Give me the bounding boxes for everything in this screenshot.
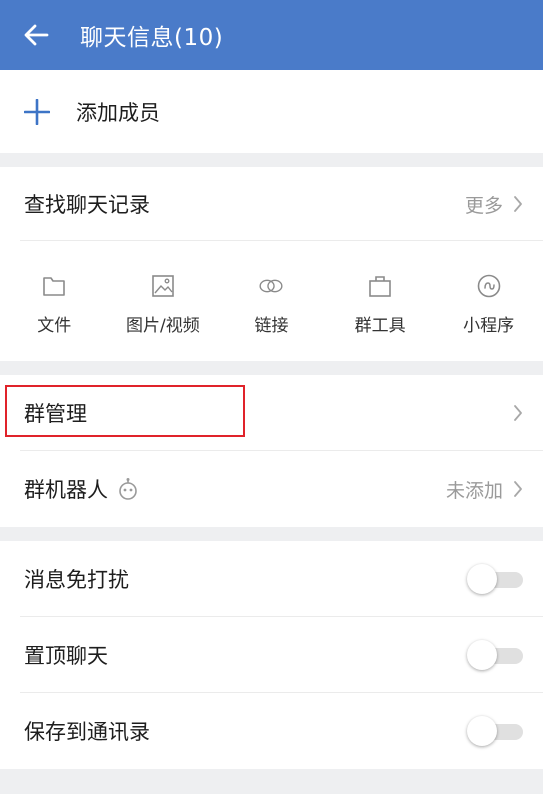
pin-chat-row: 置顶聊天 [0,617,543,693]
header-bar: 聊天信息(10) [0,0,543,70]
tool-label: 链接 [254,315,289,336]
tool-group-tools[interactable]: 群工具 [326,247,435,361]
chevron-right-icon [513,405,523,421]
setting-label: 保存到通讯录 [24,720,150,744]
tool-files[interactable]: 文件 [0,247,109,361]
plus-icon [24,98,50,125]
save-contacts-row: 保存到通讯录 [0,693,543,769]
tool-images-videos[interactable]: 图片/视频 [109,247,218,361]
add-member-label: 添加成员 [76,100,160,125]
chat-history-section: 查找聊天记录 更多 文件 图片/视频 链接 群工具 小程序 [0,167,543,361]
tool-label: 小程序 [463,315,515,336]
mute-notifications-row: 消息免打扰 [0,541,543,617]
image-icon [152,274,174,297]
search-history-label: 查找聊天记录 [24,193,150,217]
robot-icon [119,478,137,500]
group-robot-row[interactable]: 群机器人 未添加 [0,451,543,527]
link-icon [259,279,284,292]
robot-status: 未添加 [445,479,503,502]
more-link[interactable]: 更多 [465,191,503,218]
page-title: 聊天信息(10) [80,25,224,51]
setting-label: 消息免打扰 [24,568,129,592]
tool-label: 文件 [37,315,72,336]
group-manage-row[interactable]: 群管理 [0,375,543,451]
group-manage-label: 群管理 [24,402,87,426]
group-robot-label: 群机器人 [24,478,108,502]
folder-icon [43,276,66,296]
members-section: 添加成员 [0,70,543,153]
tool-mini-programs[interactable]: 小程序 [434,247,543,361]
add-member-button[interactable]: 添加成员 [0,70,543,153]
save-contacts-toggle[interactable] [467,716,523,746]
back-button[interactable] [0,0,76,70]
settings-section: 消息免打扰 置顶聊天 保存到通讯录 [0,541,543,769]
chevron-right-icon [513,481,523,497]
tool-label: 群工具 [354,315,406,336]
media-tools: 文件 图片/视频 链接 群工具 小程序 [0,241,543,361]
group-section: 群管理 群机器人 未添加 [0,375,543,527]
miniprogram-icon [477,274,500,297]
search-history-row[interactable]: 查找聊天记录 更多 [0,167,543,241]
setting-label: 置顶聊天 [24,644,108,668]
mute-toggle[interactable] [467,564,523,594]
pin-toggle[interactable] [467,640,523,670]
briefcase-icon [369,275,391,297]
chevron-right-icon [513,196,523,212]
tool-links[interactable]: 链接 [217,247,326,361]
tool-label: 图片/视频 [126,315,200,336]
arrow-left-icon [24,24,49,46]
